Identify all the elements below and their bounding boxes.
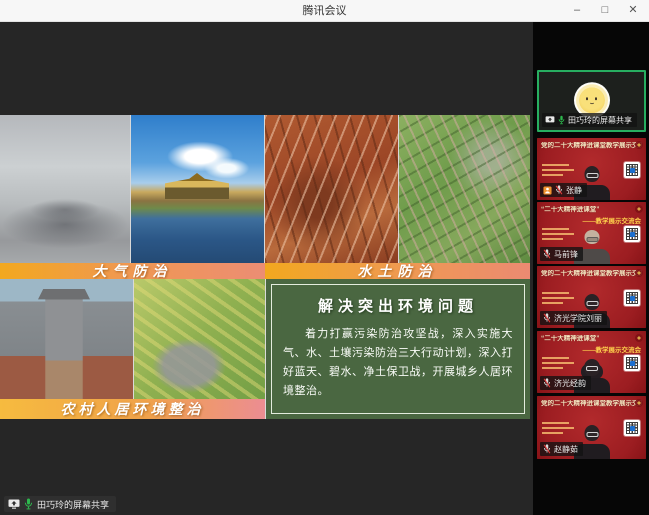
close-button[interactable]: ✕ bbox=[619, 0, 647, 22]
muted-mic-icon bbox=[543, 249, 551, 259]
participant-name: 张静 bbox=[566, 185, 582, 196]
mic-on-icon bbox=[24, 498, 33, 510]
muted-mic-icon bbox=[543, 313, 551, 323]
participant-tile[interactable]: “二十大精神进课堂” ——教学展示交流会 济光经韵 bbox=[537, 331, 646, 393]
meeting-main-area: 大气防治 水土防治 解决突出环境问题 着力打赢污染防治攻坚战，深入实施大气、水、… bbox=[0, 22, 649, 515]
tile-slide-title: 党的二十大精神进课堂教学展示交流会 bbox=[541, 142, 642, 151]
participant-name: 田巧玲的屏幕共享 bbox=[568, 115, 632, 126]
participant-tile-self[interactable]: 田巧玲的屏幕共享 bbox=[537, 70, 646, 132]
participant-name: 济光学院刘丽 bbox=[554, 313, 602, 324]
participant-name: 马前锋 bbox=[554, 249, 578, 260]
muted-mic-icon bbox=[555, 185, 563, 195]
presenter-share-badge: 田巧玲的屏幕共享 bbox=[4, 496, 116, 512]
slide-seal-icon bbox=[635, 205, 643, 213]
slide-top-photo-row bbox=[0, 115, 530, 263]
participant-name-badge: 张静 bbox=[540, 183, 587, 197]
slide-banner-row: 大气防治 水土防治 bbox=[0, 263, 530, 279]
slide-seal-icon bbox=[635, 269, 643, 277]
air-banner-label: 大气防治 bbox=[93, 261, 173, 281]
participant-tile[interactable]: 党的二十大精神进课堂教学展示交流会 济光学院刘丽 bbox=[537, 266, 646, 328]
rural-banner-label: 农村人居环境整治 bbox=[61, 399, 205, 419]
participant-tile[interactable]: “二十大精神进课堂” ——教学展示交流会 马前锋 bbox=[537, 202, 646, 264]
tile-slide-title: 党的二十大精神进课堂教学展示交流会 bbox=[541, 400, 642, 409]
slide-collage: 大气防治 水土防治 解决突出环境问题 着力打赢污染防治攻坚战，深入实施大气、水、… bbox=[0, 115, 530, 419]
slide-bottom-photo-row: 解决突出环境问题 着力打赢污染防治攻坚战，深入实施大气、水、土壤污染防治三大行动… bbox=[0, 279, 530, 419]
qr-code bbox=[624, 162, 640, 178]
participant-name: 济光经韵 bbox=[554, 378, 586, 389]
slide-seal-icon bbox=[635, 141, 643, 149]
participant-name: 赵静茹 bbox=[554, 444, 578, 455]
red-terraces-photo bbox=[265, 115, 398, 263]
old-building-photo bbox=[0, 279, 133, 419]
village-aerial-photo bbox=[134, 279, 265, 419]
smog-palace-photo bbox=[0, 115, 130, 263]
qr-code bbox=[624, 226, 640, 242]
minimize-button[interactable]: – bbox=[563, 0, 591, 22]
text-box-body: 着力打赢污染防治攻坚战，深入实施大气、水、土壤污染防治三大行动计划，深入打好蓝天… bbox=[283, 325, 513, 401]
muted-mic-icon bbox=[543, 378, 551, 388]
mic-on-icon bbox=[558, 115, 565, 125]
maximize-button[interactable]: □ bbox=[591, 0, 619, 22]
participants-sidebar: 田巧玲的屏幕共享 党的二十大精神进课堂教学展示交流会 bbox=[533, 22, 649, 515]
tile-slide-title: “二十大精神进课堂” bbox=[541, 206, 642, 215]
qr-code bbox=[624, 420, 640, 436]
air-banner: 大气防治 bbox=[0, 263, 265, 279]
shared-screen-stage: 大气防治 水土防治 解决突出环境问题 着力打赢污染防治攻坚战，深入实施大气、水、… bbox=[0, 22, 533, 515]
soil-banner: 水土防治 bbox=[265, 263, 530, 279]
slide-seal-icon bbox=[635, 399, 643, 407]
participant-name-badge: 济光经韵 bbox=[540, 376, 591, 390]
green-hills-photo bbox=[399, 115, 530, 263]
participant-tile[interactable]: 党的二十大精神进课堂教学展示交流会 张静 bbox=[537, 138, 646, 200]
environment-text-box: 解决突出环境问题 着力打赢污染防治攻坚战，深入实施大气、水、土壤污染防治三大行动… bbox=[266, 279, 530, 419]
titlebar: 腾讯会议 – □ ✕ bbox=[0, 0, 649, 22]
participant-tile[interactable]: 党的二十大精神进课堂教学展示交流会 赵静茹 bbox=[537, 396, 646, 459]
window-controls: – □ ✕ bbox=[563, 0, 647, 22]
participant-name-badge: 田巧玲的屏幕共享 bbox=[542, 113, 637, 127]
tile-slide-title: “二十大精神进课堂” bbox=[541, 335, 642, 344]
text-box-title: 解决突出环境问题 bbox=[266, 295, 530, 316]
corner-tower-photo bbox=[131, 115, 264, 263]
participant-name-badge: 济光学院刘丽 bbox=[540, 311, 607, 325]
qr-code bbox=[624, 355, 640, 371]
screen-share-icon bbox=[8, 499, 20, 509]
presenter-share-label: 田巧玲的屏幕共享 bbox=[37, 498, 109, 511]
tile-slide-title: 党的二十大精神进课堂教学展示交流会 bbox=[541, 270, 642, 279]
qr-code bbox=[624, 290, 640, 306]
hand-raised-icon bbox=[543, 186, 552, 195]
tile-slide-subtitle: ——教学展示交流会 bbox=[583, 344, 642, 354]
participant-name-badge: 赵静茹 bbox=[540, 442, 583, 456]
muted-mic-icon bbox=[543, 444, 551, 454]
window-title: 腾讯会议 bbox=[0, 0, 649, 22]
tile-slide-subtitle: ——教学展示交流会 bbox=[583, 215, 642, 225]
soil-banner-label: 水土防治 bbox=[358, 261, 438, 281]
participant-name-badge: 马前锋 bbox=[540, 247, 583, 261]
meeting-window: 腾讯会议 – □ ✕ 大气防治 水 bbox=[0, 0, 649, 515]
rural-banner: 农村人居环境整治 bbox=[0, 399, 265, 419]
screen-share-icon bbox=[545, 116, 555, 124]
slide-seal-icon bbox=[635, 334, 643, 342]
